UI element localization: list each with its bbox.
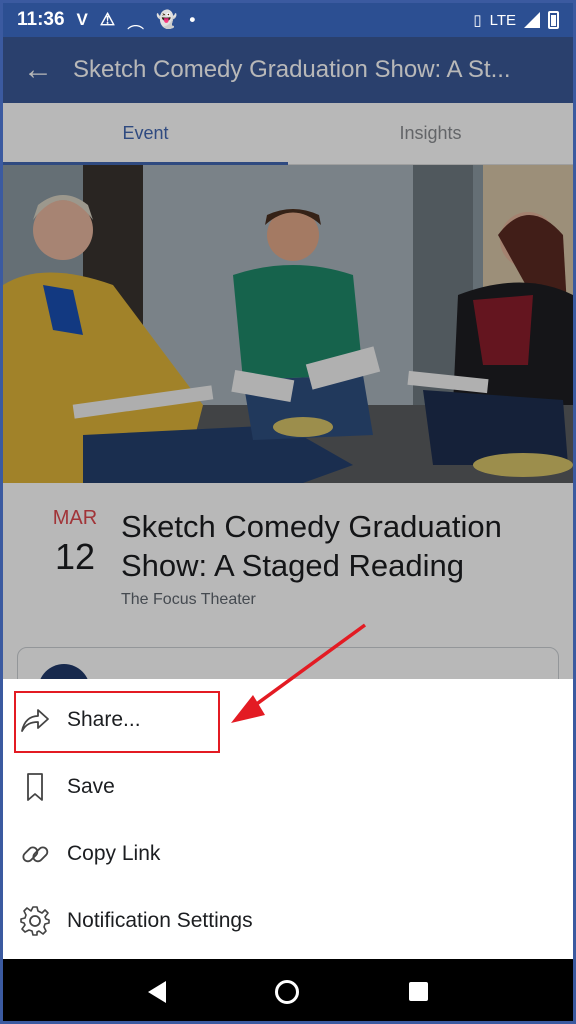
nav-back-icon[interactable] — [147, 980, 166, 1003]
nav-recents-icon[interactable] — [409, 982, 429, 1001]
annotation-arrow — [231, 623, 367, 723]
nav-home-icon[interactable] — [275, 979, 300, 1004]
phone-screen: 11:36 V ⚠ ︵ 👻 • ▯ LTE ← Sketch Comedy Gr… — [0, 0, 576, 1024]
system-nav-bar — [3, 959, 573, 1021]
